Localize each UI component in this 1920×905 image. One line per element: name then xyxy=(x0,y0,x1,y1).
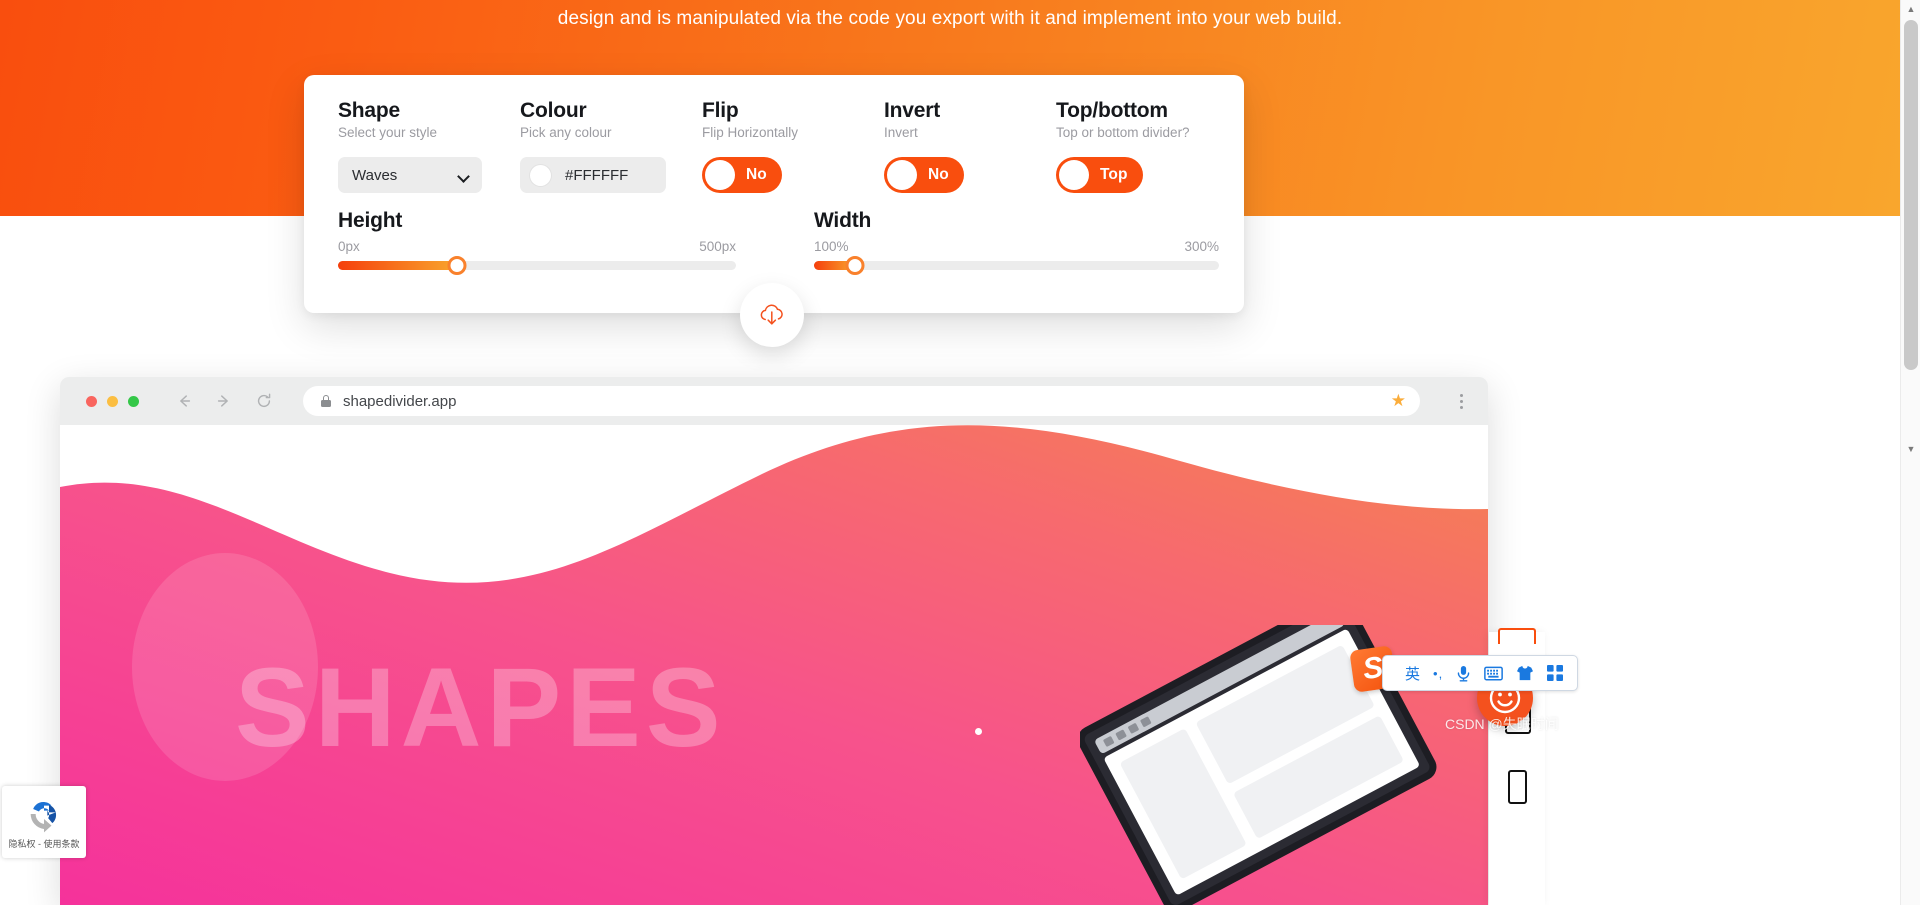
mic-icon[interactable] xyxy=(1456,665,1471,682)
arrow-right-icon[interactable] xyxy=(215,392,233,410)
recaptcha-badge[interactable]: 隐私权 - 使用条款 xyxy=(2,786,86,858)
hero-paragraph: design and is manipulated via the code y… xyxy=(557,8,1343,29)
colour-hex-value: #FFFFFF xyxy=(565,166,629,184)
browser-viewport: SHAPES xyxy=(60,425,1488,905)
topbottom-toggle[interactable]: Top xyxy=(1056,157,1143,193)
chevron-down-icon xyxy=(459,172,470,179)
topbottom-toggle-label: Top xyxy=(1100,166,1128,183)
keyboard-icon[interactable] xyxy=(1484,666,1504,681)
cloud-download-icon xyxy=(760,304,783,325)
flip-toggle[interactable]: No xyxy=(702,157,782,193)
colour-title: Colour xyxy=(520,99,587,122)
arrow-left-icon[interactable] xyxy=(175,392,193,410)
grid-icon[interactable] xyxy=(1547,665,1564,681)
window-controls xyxy=(86,395,139,407)
topbottom-title: Top/bottom xyxy=(1056,99,1168,122)
height-slider-track[interactable] xyxy=(338,256,736,275)
csdn-watermark: CSDN @失眠时间 xyxy=(1445,716,1559,732)
invert-toggle-knob xyxy=(887,160,917,190)
topbottom-subtitle: Top or bottom divider? xyxy=(1056,125,1190,140)
shape-title: Shape xyxy=(338,99,401,122)
address-bar-url: shapedivider.app xyxy=(343,392,457,410)
control-group-flip: Flip Flip Horizontally No xyxy=(702,99,884,195)
height-slider-fill xyxy=(338,261,458,270)
flip-title: Flip xyxy=(702,99,739,122)
height-slider-thumb[interactable] xyxy=(447,256,467,275)
control-group-invert: Invert Invert No xyxy=(884,99,1056,195)
colour-subtitle: Pick any colour xyxy=(520,125,612,140)
page-scrollbar[interactable]: ▲ ▼ xyxy=(1900,0,1920,905)
maximize-window-dot[interactable] xyxy=(128,395,139,407)
height-max-label: 500px xyxy=(699,239,736,254)
flip-toggle-knob xyxy=(705,160,735,190)
width-max-label: 300% xyxy=(1184,239,1219,254)
page-root: design and is manipulated via the code y… xyxy=(0,0,1920,905)
width-slider-track[interactable] xyxy=(814,256,1219,275)
sogou-ime-toolbar: 英 •, xyxy=(1382,655,1578,691)
ime-punctuation-mode[interactable]: •, xyxy=(1433,666,1443,681)
flip-toggle-label: No xyxy=(746,166,767,183)
width-title: Width xyxy=(814,209,872,232)
height-min-label: 0px xyxy=(338,239,360,254)
settings-row-primary: Shape Select your style Waves Colour Pic… xyxy=(338,99,1236,195)
ime-language-mode[interactable]: 英 xyxy=(1405,663,1420,684)
recaptcha-label: 隐私权 - 使用条款 xyxy=(8,839,80,849)
flip-subtitle: Flip Horizontally xyxy=(702,125,799,140)
invert-toggle[interactable]: No xyxy=(884,157,964,193)
recaptcha-icon xyxy=(30,799,57,833)
minimize-window-dot[interactable] xyxy=(107,395,118,407)
colour-picker[interactable]: #FFFFFF xyxy=(520,157,666,193)
browser-chrome-bar: shapedivider.app ★ xyxy=(60,377,1488,425)
control-group-shape: Shape Select your style Waves xyxy=(338,99,520,193)
invert-subtitle: Invert xyxy=(884,125,918,140)
lock-icon xyxy=(321,395,331,407)
topbottom-toggle-knob xyxy=(1059,160,1089,190)
caret-down-icon[interactable]: ▼ xyxy=(1901,440,1920,458)
width-min-label: 100% xyxy=(814,239,849,254)
close-window-dot[interactable] xyxy=(86,395,97,407)
control-group-topbottom: Top/bottom Top or bottom divider? Top xyxy=(1056,99,1236,195)
height-title: Height xyxy=(338,209,403,232)
rail-active-tab-indicator[interactable] xyxy=(1498,628,1536,644)
shape-select-value: Waves xyxy=(352,166,398,184)
address-bar[interactable]: shapedivider.app ★ xyxy=(303,386,1420,416)
shape-subtitle: Select your style xyxy=(338,125,438,140)
invert-toggle-label: No xyxy=(928,166,949,183)
kebab-menu-icon[interactable] xyxy=(1452,393,1470,409)
invert-title: Invert xyxy=(884,99,940,122)
caret-up-icon[interactable]: ▲ xyxy=(1901,0,1920,18)
shape-select[interactable]: Waves xyxy=(338,157,482,193)
divider-settings-card: Shape Select your style Waves Colour Pic… xyxy=(304,75,1244,313)
scrollbar-thumb[interactable] xyxy=(1904,20,1918,370)
reload-icon[interactable] xyxy=(255,392,273,410)
control-group-height: Height 0px 500px xyxy=(338,209,736,275)
height-range-labels: 0px 500px xyxy=(338,239,736,254)
browser-mockup: shapedivider.app ★ SHAPES xyxy=(60,377,1488,905)
download-button[interactable] xyxy=(740,283,804,347)
colour-swatch-icon xyxy=(530,164,551,186)
star-icon[interactable]: ★ xyxy=(1391,391,1406,411)
browser-nav-buttons xyxy=(175,392,273,410)
width-range-labels: 100% 300% xyxy=(814,239,1219,254)
width-slider-thumb[interactable] xyxy=(845,256,864,275)
phone-icon[interactable] xyxy=(1508,770,1527,804)
tshirt-icon[interactable] xyxy=(1516,665,1534,681)
canvas-headline: SHAPES xyxy=(235,645,726,770)
decorative-dot xyxy=(975,728,982,735)
control-group-width: Width 100% 300% xyxy=(814,209,1219,275)
control-group-colour: Colour Pick any colour #FFFFFF xyxy=(520,99,702,193)
